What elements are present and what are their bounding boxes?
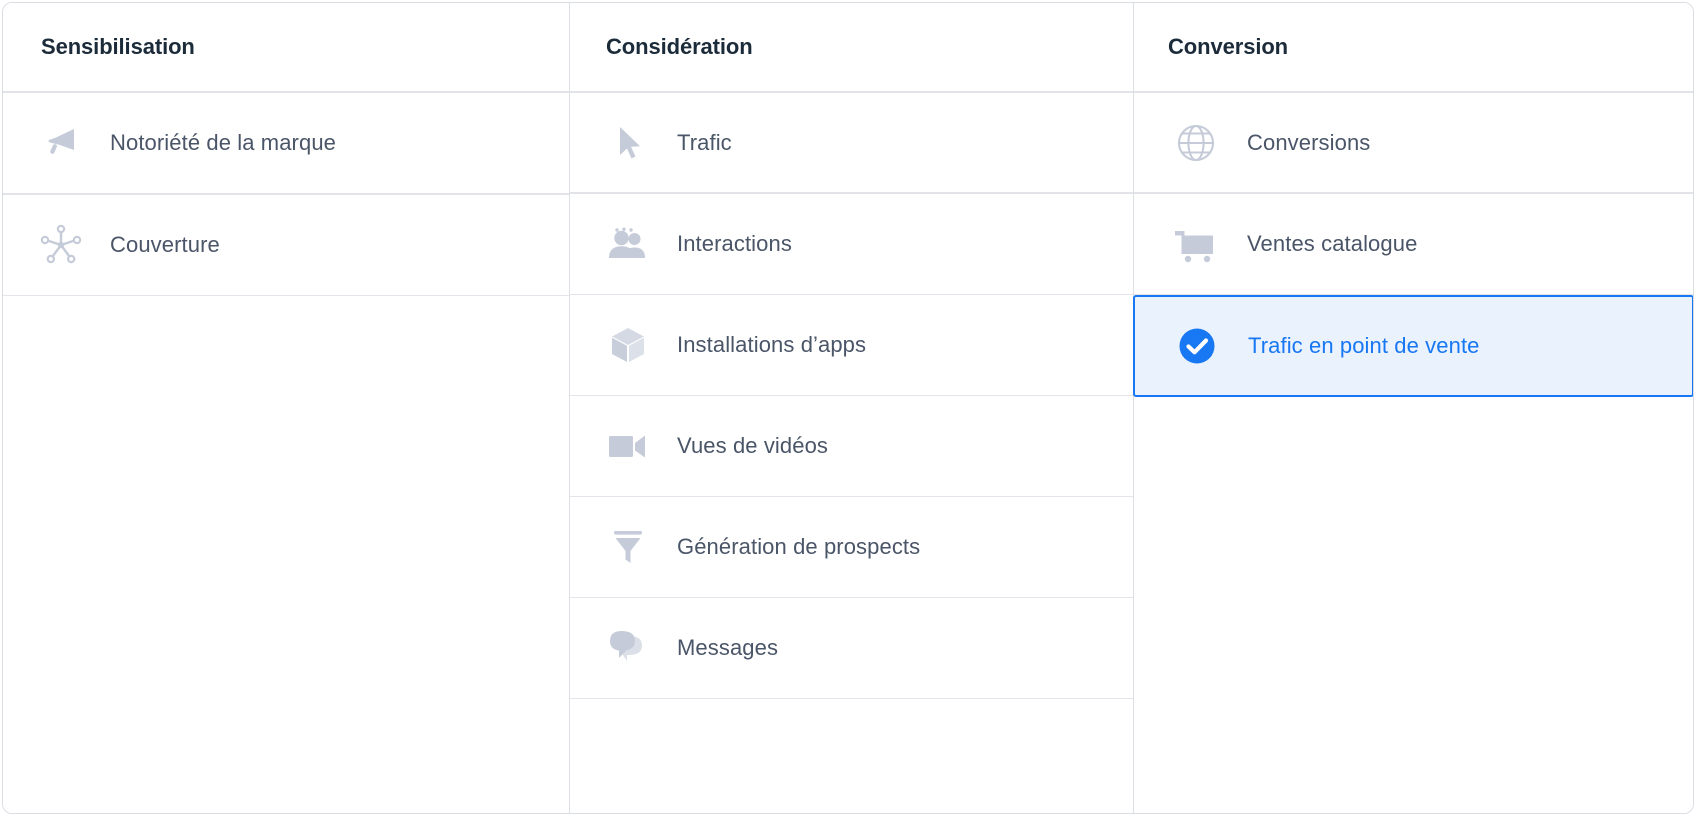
objective-item-label: Trafic bbox=[677, 129, 732, 155]
objective-list-consideration: Trafic Interactions Installations d’apps Vu… bbox=[570, 93, 1133, 699]
check-circle-icon bbox=[1169, 323, 1225, 369]
megaphone-icon bbox=[33, 120, 89, 166]
objective-list-sensibilisation: Notoriété de la marque Couverture bbox=[3, 93, 569, 296]
globe-icon bbox=[1168, 120, 1224, 166]
objective-item-label: Interactions bbox=[677, 231, 792, 256]
objective-item-label: Notoriété de la marque bbox=[110, 130, 336, 155]
objective-column-conversion: Conversion Conversions Ventes catalogue Tra… bbox=[1133, 3, 1693, 813]
reach-starburst-icon bbox=[33, 222, 89, 268]
campaign-objective-picker: Sensibilisation Notoriété de la marque Cou… bbox=[2, 2, 1694, 814]
objective-item-label: Ventes catalogue bbox=[1247, 231, 1418, 256]
objective-item[interactable]: Trafic bbox=[570, 93, 1133, 194]
cube-box-icon bbox=[600, 322, 656, 368]
objective-item[interactable]: Vues de vidéos bbox=[570, 396, 1133, 497]
objective-item-label: Installations d’apps bbox=[677, 332, 867, 357]
objective-list-conversion: Conversions Ventes catalogue Trafic en poi… bbox=[1133, 93, 1693, 397]
column-header-consideration: Considération bbox=[570, 3, 1133, 93]
objective-item-label: Couverture bbox=[110, 232, 220, 257]
objective-item-label: Trafic en point de vente bbox=[1248, 333, 1480, 358]
shopping-cart-icon bbox=[1168, 221, 1224, 267]
column-title: Conversion bbox=[1168, 34, 1289, 59]
objective-item-label: Génération de prospects bbox=[677, 534, 921, 559]
objective-column-sensibilisation: Sensibilisation Notoriété de la marque Cou… bbox=[3, 3, 569, 813]
video-camera-icon bbox=[600, 423, 656, 469]
objective-item-label: Conversions bbox=[1247, 129, 1371, 155]
objective-item-label: Vues de vidéos bbox=[677, 433, 829, 458]
objective-item[interactable]: Messages bbox=[570, 598, 1133, 699]
objective-item-label: Messages bbox=[677, 635, 779, 660]
column-header-conversion: Conversion bbox=[1134, 3, 1693, 93]
column-title: Sensibilisation bbox=[41, 34, 195, 59]
objective-item[interactable]: Couverture bbox=[3, 195, 569, 296]
chat-bubbles-icon bbox=[600, 625, 656, 671]
objective-item[interactable]: Ventes catalogue bbox=[1134, 194, 1693, 295]
objective-item[interactable]: Notoriété de la marque bbox=[3, 93, 569, 195]
objective-item[interactable]: Installations d’apps bbox=[570, 295, 1133, 396]
people-group-icon bbox=[600, 221, 656, 267]
cursor-arrow-icon bbox=[600, 120, 656, 166]
column-header-sensibilisation: Sensibilisation bbox=[3, 3, 569, 93]
objective-item[interactable]: Trafic en point de vente bbox=[1133, 295, 1693, 397]
objective-item[interactable]: Génération de prospects bbox=[570, 497, 1133, 598]
objective-item[interactable]: Interactions bbox=[570, 194, 1133, 295]
objective-column-consideration: Considération Trafic Interactions Installat… bbox=[569, 3, 1133, 813]
column-title: Considération bbox=[606, 34, 753, 59]
funnel-icon bbox=[600, 524, 656, 570]
objective-item[interactable]: Conversions bbox=[1134, 93, 1693, 194]
